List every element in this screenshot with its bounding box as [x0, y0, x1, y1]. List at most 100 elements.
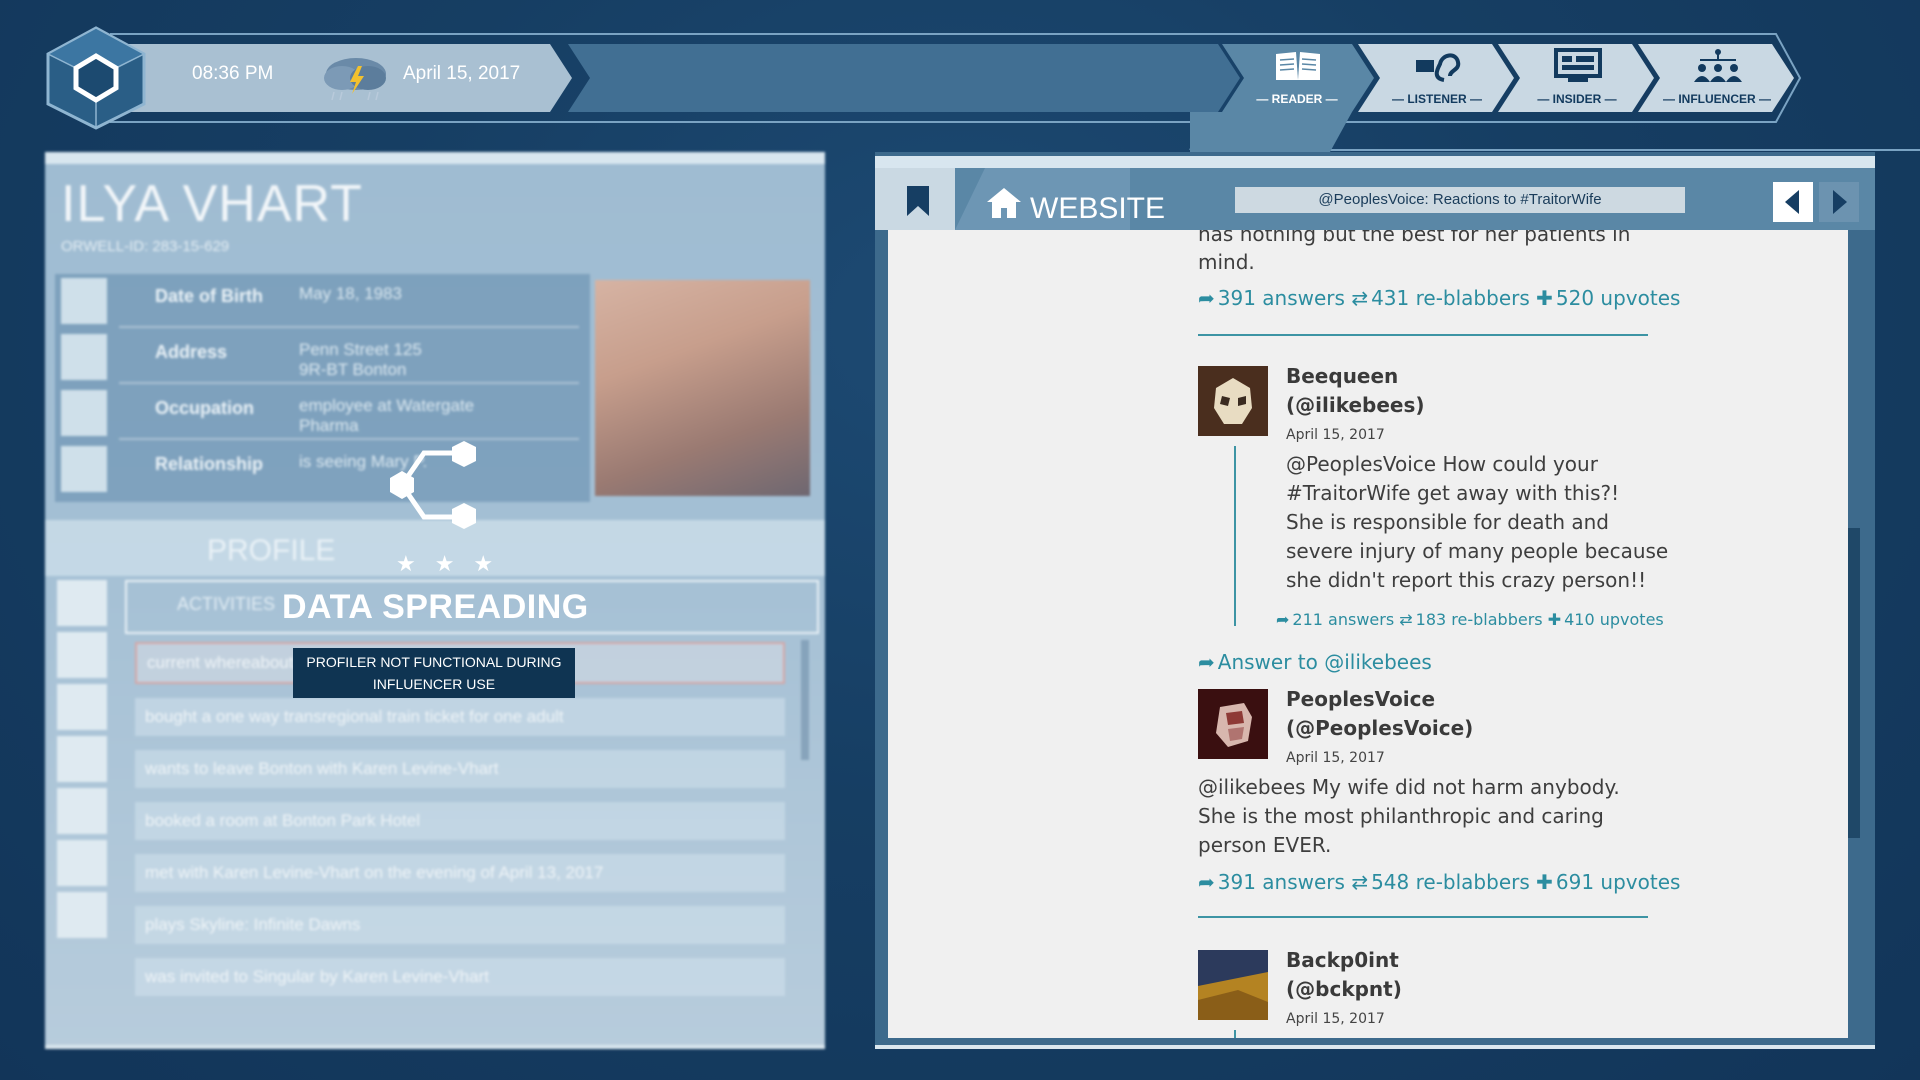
- info-row-birth: Date of Birth May 18, 1983: [55, 274, 590, 326]
- panel-bottom-edge: [875, 1045, 1875, 1049]
- mask-icon[interactable]: [57, 580, 107, 626]
- info-label: Address: [155, 342, 228, 362]
- upvotes-count[interactable]: 520 upvotes: [1556, 286, 1681, 310]
- ear-icon: [1416, 53, 1461, 82]
- quote-bar: [1234, 446, 1236, 626]
- activities-scrollbar[interactable]: [801, 640, 809, 760]
- gears-icon[interactable]: [57, 684, 107, 730]
- reblabbers-count[interactable]: 431 re-blabbers: [1371, 286, 1530, 310]
- network-icon: [1694, 49, 1742, 82]
- upvotes-count[interactable]: 691 upvotes: [1556, 870, 1681, 894]
- upvote-icon[interactable]: ✚: [1548, 610, 1561, 629]
- reblab-icon[interactable]: ⇄: [1351, 870, 1368, 894]
- post-text: She is responsible for death and: [1286, 510, 1609, 534]
- avatar[interactable]: [1198, 366, 1268, 436]
- monitor-icon: [1554, 48, 1602, 82]
- book-icon: [1276, 52, 1320, 80]
- info-value: Penn Street 125 9R-BT Bonton: [299, 340, 422, 379]
- list-item[interactable]: plays Skyline: Infinite Dawns: [135, 906, 785, 944]
- app-logo: [46, 26, 146, 130]
- upvote-icon[interactable]: ✚: [1536, 870, 1553, 894]
- bookmark-icon[interactable]: [907, 186, 929, 216]
- quote-bar: [1234, 1030, 1236, 1038]
- profiler-warning: PROFILER NOT FUNCTIONAL DURING INFLUENCE…: [293, 648, 575, 698]
- avatar[interactable]: [1198, 950, 1268, 1020]
- tab-influencer[interactable]: — INFLUENCER —: [1652, 42, 1782, 114]
- chevron-left-icon: [1785, 190, 1799, 214]
- upvotes-count[interactable]: 410 upvotes: [1564, 610, 1664, 629]
- running-icon[interactable]: [57, 736, 107, 782]
- tab-profile[interactable]: PROFILE: [207, 534, 335, 568]
- book-icon[interactable]: [57, 632, 107, 678]
- post-author-handle[interactable]: (@PeoplesVoice): [1286, 714, 1473, 743]
- post-text: severe injury of many people because: [1286, 539, 1669, 563]
- answer-link[interactable]: ➦ Answer to @ilikebees: [1198, 650, 1432, 674]
- content-scrollbar[interactable]: [1848, 528, 1860, 838]
- asterisk-icon: [61, 278, 107, 324]
- info-value: May 18, 1983: [299, 284, 403, 303]
- tab-influencer-label: — INFLUENCER —: [1663, 92, 1771, 106]
- url-bar[interactable]: @PeoplesVoice: Reactions to #TraitorWife: [1235, 187, 1685, 213]
- tab-reader[interactable]: — READER —: [1232, 42, 1362, 114]
- post-date: April 15, 2017: [1286, 1011, 1385, 1027]
- divider: [119, 326, 579, 328]
- avatar[interactable]: [1198, 689, 1268, 759]
- panel-top-edge: [875, 156, 1875, 168]
- post-author-handle[interactable]: (@ilikebees): [1286, 391, 1425, 420]
- back-button[interactable]: [1773, 182, 1813, 222]
- post-stats: ➦ 211 answers ⇄ 183 re-blabbers ✚ 410 upvot…: [1276, 610, 1664, 629]
- post-author-name[interactable]: PeoplesVoice: [1286, 685, 1435, 714]
- upvote-icon[interactable]: ✚: [1536, 286, 1553, 310]
- reblabbers-count[interactable]: 183 re-blabbers: [1416, 610, 1543, 629]
- clock-time: 08:36 PM: [192, 63, 274, 84]
- home-icon: [987, 188, 1021, 218]
- website-content: has nothing but the best for her patient…: [888, 230, 1848, 1038]
- profile-info-block: Date of Birth May 18, 1983 Address Penn …: [55, 274, 590, 502]
- list-item[interactable]: met with Karen Levine-Vhart on the eveni…: [135, 854, 785, 892]
- reblab-icon[interactable]: ⇄: [1351, 286, 1368, 310]
- post-author-handle[interactable]: (@bckpnt): [1286, 975, 1402, 1004]
- chat-icon[interactable]: [57, 840, 107, 886]
- reblab-icon[interactable]: ⇄: [1399, 610, 1412, 629]
- panel-bottom-edge: [45, 1045, 825, 1049]
- list-item[interactable]: booked a room at Bonton Park Hotel: [135, 802, 785, 840]
- post-text: has nothing but the best for her patient…: [1198, 230, 1631, 246]
- post-text: @ilikebees My wife did not harm anybody.: [1198, 775, 1620, 799]
- post-date: April 15, 2017: [1286, 427, 1385, 443]
- reblabbers-count[interactable]: 548 re-blabbers: [1371, 870, 1530, 894]
- list-item[interactable]: wants to leave Bonton with Karen Levine-…: [135, 750, 785, 788]
- post-author-name[interactable]: Backp0int: [1286, 946, 1399, 975]
- person-icon[interactable]: [57, 788, 107, 834]
- document-icon[interactable]: [57, 892, 107, 938]
- info-row-relationship: Relationship is seeing Mary P.: [55, 442, 590, 494]
- browser-header: WEBSITE @PeoplesVoice: Reactions to #Tra…: [875, 168, 1875, 230]
- tab-insider-label: — INSIDER —: [1537, 92, 1617, 106]
- browser-panel: WEBSITE @PeoplesVoice: Reactions to #Tra…: [875, 152, 1875, 1049]
- post-text: #TraitorWife get away with this?!: [1286, 481, 1620, 505]
- reply-icon: ➦: [1198, 650, 1215, 674]
- reply-icon[interactable]: ➦: [1198, 286, 1215, 310]
- activities-label: ACTIVITIES: [177, 594, 276, 614]
- divider: [119, 382, 579, 384]
- tab-listener-label: — LISTENER —: [1391, 92, 1482, 106]
- reply-icon[interactable]: ➦: [1276, 610, 1289, 629]
- post-text: she didn't report this crazy person!!: [1286, 568, 1647, 592]
- reply-icon[interactable]: ➦: [1198, 870, 1215, 894]
- tab-insider[interactable]: — INSIDER —: [1512, 42, 1642, 114]
- answers-count[interactable]: 211 answers: [1292, 610, 1394, 629]
- answers-count[interactable]: 391 answers: [1218, 870, 1345, 894]
- hearts-icon: [61, 446, 107, 492]
- post-text: @PeoplesVoice How could your: [1286, 452, 1598, 476]
- tab-reader-label: — READER —: [1256, 92, 1338, 106]
- info-row-occupation: Occupation employee at Watergate Pharma: [55, 386, 590, 438]
- top-bar: 08:36 PM April 15, 2017 — READER — — LIS…: [0, 0, 1920, 160]
- list-item[interactable]: was invited to Singular by Karen Levine-…: [135, 958, 785, 996]
- forward-button[interactable]: [1819, 182, 1859, 222]
- info-label: Relationship: [155, 454, 264, 474]
- post-date: April 15, 2017: [1286, 750, 1385, 766]
- list-item[interactable]: bought a one way transregional train tic…: [135, 698, 785, 736]
- post-stats: ➦ 391 answers ⇄ 548 re-blabbers ✚ 691 upvot…: [1198, 870, 1680, 894]
- tab-listener[interactable]: — LISTENER —: [1372, 42, 1502, 114]
- answers-count[interactable]: 391 answers: [1218, 286, 1345, 310]
- post-author-name[interactable]: Beequeen: [1286, 362, 1398, 391]
